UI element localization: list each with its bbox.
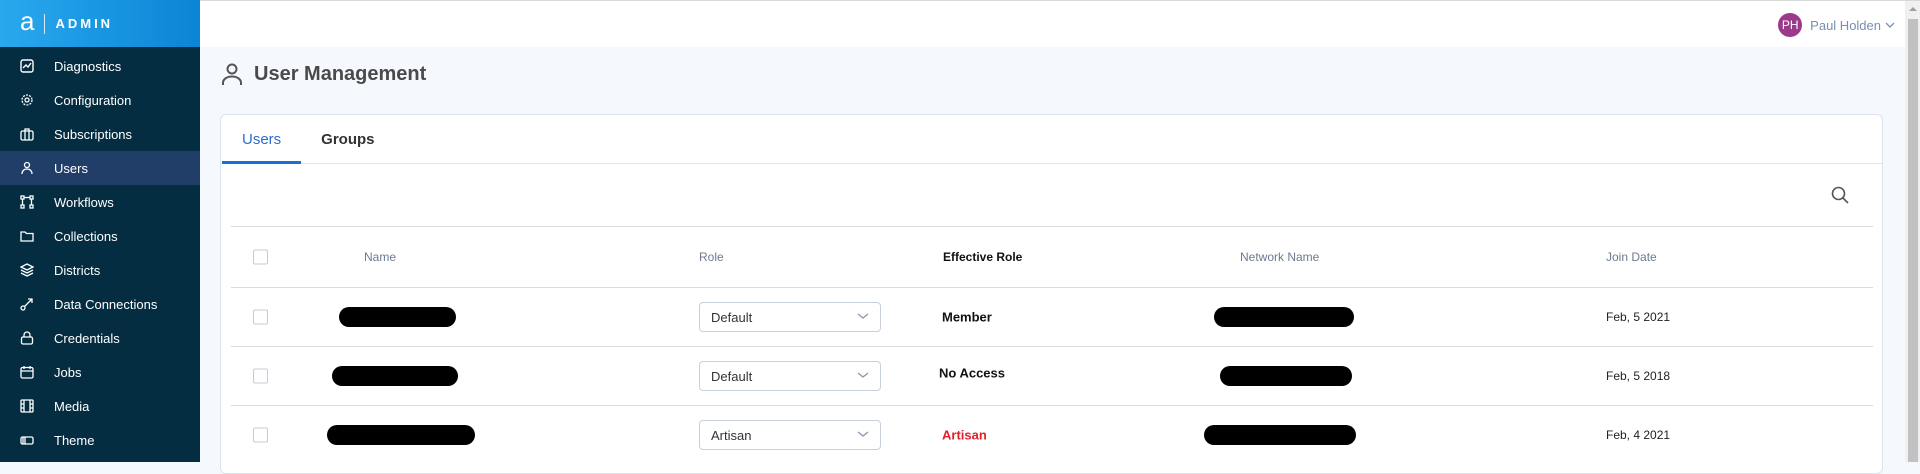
chevron-down-icon [857, 431, 869, 437]
sidebar-item-label: Media [54, 398, 90, 414]
column-header-role[interactable]: Role [699, 250, 724, 264]
sidebar-item-label: Users [54, 160, 88, 176]
user-name: Paul Holden [1810, 17, 1881, 33]
scrollbar-thumb[interactable] [1908, 19, 1918, 462]
table-header-row: Name Role Effective Role Network Name Jo… [231, 226, 1873, 287]
avatar: PH [1778, 13, 1803, 37]
table-row[interactable]: Default No Access Feb, 5 2018 [231, 346, 1873, 405]
row-checkbox[interactable] [253, 309, 268, 325]
scroll-up-arrow-icon[interactable] [1909, 7, 1917, 11]
workflow-icon [20, 195, 34, 209]
role-select[interactable]: Artisan [699, 420, 881, 450]
sidebar-item-districts[interactable]: Districts [0, 253, 200, 287]
sidebar-item-subscriptions[interactable]: Subscriptions [0, 117, 200, 151]
connection-icon [20, 297, 34, 311]
search-icon[interactable] [1830, 185, 1850, 205]
sidebar-item-diagnostics[interactable]: Diagnostics [0, 49, 200, 83]
briefcase-icon [20, 127, 34, 141]
redacted-name [339, 307, 456, 327]
join-date: Feb, 4 2021 [1606, 428, 1671, 442]
tabs: Users Groups [221, 115, 1882, 164]
join-date: Feb, 5 2021 [1606, 310, 1671, 324]
brand-divider [44, 13, 46, 34]
user-icon [20, 161, 34, 175]
sidebar-item-label: Data Connections [54, 296, 158, 312]
sidebar-item-media[interactable]: Media [0, 389, 200, 423]
layers-icon [20, 263, 34, 277]
page-title-text: User Management [254, 62, 427, 85]
role-select-value: Default [711, 309, 753, 325]
redacted-network-name [1214, 307, 1354, 327]
sidebar-item-label: Theme [54, 432, 95, 448]
sidebar-item-theme[interactable]: Theme [0, 423, 200, 457]
gear-icon [20, 93, 34, 107]
calendar-icon [20, 365, 34, 379]
sidebar-item-data-connections[interactable]: Data Connections [0, 287, 200, 321]
sidebar-item-credentials[interactable]: Credentials [0, 321, 200, 355]
vertical-scrollbar[interactable] [1905, 1, 1920, 462]
user-menu[interactable]: PH Paul Holden [1778, 13, 1895, 37]
select-all-checkbox[interactable] [253, 249, 268, 265]
lock-icon [20, 331, 34, 345]
folder-icon [20, 229, 34, 243]
table-row[interactable]: Artisan Artisan Feb, 4 2021 [231, 405, 1873, 464]
brand-logo: a [20, 5, 35, 36]
tab-users[interactable]: Users [222, 115, 302, 164]
user-management-card: Users Groups Name Role Effective Role Ne… [220, 114, 1883, 474]
effective-role: Member [942, 309, 992, 325]
sidebar-nav: Diagnostics Configuration Subscriptions … [0, 49, 200, 457]
page-title: User Management [220, 62, 426, 86]
sidebar-item-label: Jobs [54, 364, 82, 380]
tab-groups[interactable]: Groups [301, 115, 394, 163]
sidebar-item-label: Subscriptions [54, 126, 133, 142]
role-select[interactable]: Default [699, 361, 881, 391]
redacted-name [332, 366, 458, 386]
column-header-name[interactable]: Name [364, 250, 396, 264]
sidebar-item-label: Credentials [54, 330, 120, 346]
chart-icon [20, 59, 34, 73]
sidebar-item-label: Collections [54, 228, 118, 244]
role-select-value: Artisan [711, 427, 752, 443]
brand-header[interactable]: a ADMIN [0, 0, 200, 47]
theme-icon [20, 433, 34, 447]
sidebar-item-workflows[interactable]: Workflows [0, 185, 200, 219]
sidebar-item-label: Configuration [54, 92, 132, 108]
row-checkbox[interactable] [253, 427, 268, 443]
effective-role: Artisan [942, 427, 987, 443]
chevron-down-icon [857, 372, 869, 378]
column-header-join-date[interactable]: Join Date [1606, 250, 1657, 264]
sidebar-item-label: Districts [54, 262, 101, 278]
sidebar: a ADMIN Diagnostics Configuration Subscr… [0, 0, 200, 462]
top-header: PH Paul Holden [200, 1, 1905, 47]
redacted-network-name [1220, 366, 1352, 386]
sidebar-item-users[interactable]: Users [0, 151, 200, 185]
film-icon [20, 399, 34, 413]
sidebar-item-label: Diagnostics [54, 58, 122, 74]
role-select[interactable]: Default [699, 302, 881, 332]
user-icon [222, 63, 242, 85]
table-row[interactable]: Default Member Feb, 5 2021 [231, 287, 1873, 346]
role-select-value: Default [711, 368, 753, 384]
sidebar-item-label: Workflows [54, 194, 114, 210]
chevron-down-icon [1885, 22, 1895, 28]
sidebar-item-configuration[interactable]: Configuration [0, 83, 200, 117]
redacted-network-name [1204, 425, 1356, 445]
column-header-effective-role[interactable]: Effective Role [943, 250, 1022, 264]
join-date: Feb, 5 2018 [1606, 369, 1671, 383]
brand-title: ADMIN [55, 16, 114, 31]
row-checkbox[interactable] [253, 368, 268, 384]
sidebar-item-jobs[interactable]: Jobs [0, 355, 200, 389]
sidebar-item-collections[interactable]: Collections [0, 219, 200, 253]
column-header-network-name[interactable]: Network Name [1240, 250, 1319, 264]
chevron-down-icon [857, 313, 869, 319]
users-table: Name Role Effective Role Network Name Jo… [231, 226, 1873, 464]
effective-role: No Access [939, 365, 1005, 381]
redacted-name [327, 425, 475, 445]
